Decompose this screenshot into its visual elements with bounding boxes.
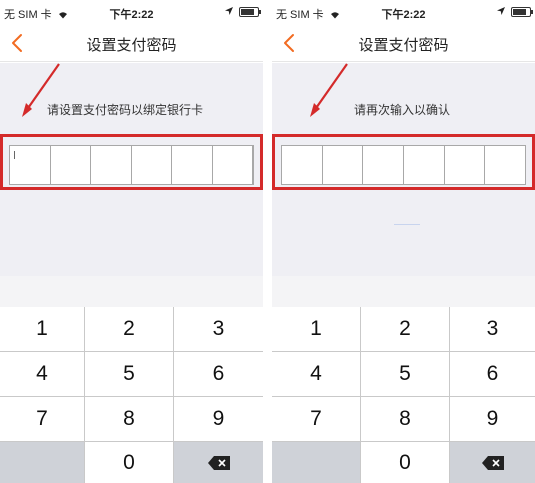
key-blank (0, 442, 84, 483)
highlight-frame (272, 134, 535, 190)
password-input[interactable] (9, 145, 254, 185)
password-content: 请再次输入以确认 (272, 63, 535, 307)
key-divider (84, 307, 85, 483)
key-3[interactable]: 3 (450, 307, 535, 351)
highlight-frame (0, 134, 263, 190)
navigation-bar: 设置支付密码 (272, 24, 535, 62)
key-5[interactable]: 5 (361, 352, 449, 396)
password-digit-cell (485, 146, 525, 184)
key-4[interactable]: 4 (0, 352, 84, 396)
key-blank (272, 442, 360, 483)
key-7[interactable]: 7 (0, 397, 84, 441)
key-1[interactable]: 1 (272, 307, 360, 351)
key-divider (272, 396, 535, 397)
location-icon (225, 7, 233, 15)
numeric-keypad: 1 2 3 4 5 6 7 8 9 0 (272, 307, 535, 483)
key-divider (360, 307, 361, 483)
password-digit-cell (10, 146, 51, 184)
password-input[interactable] (281, 145, 526, 185)
key-divider (272, 351, 535, 352)
set-password-screen: 无 SIM 卡 下午2:22 设置支付密码 请设置支付密码以绑定银行卡 1 2 … (0, 0, 263, 483)
key-0[interactable]: 0 (85, 442, 173, 483)
key-9[interactable]: 9 (174, 397, 263, 441)
key-divider (449, 307, 450, 483)
key-9[interactable]: 9 (450, 397, 535, 441)
password-digit-cell (282, 146, 323, 184)
status-time: 下午2:22 (109, 9, 154, 21)
delete-icon (207, 455, 230, 470)
status-bar: 无 SIM 卡 下午2:22 (272, 0, 535, 24)
password-digit-cell (91, 146, 132, 184)
screenshot-divider (263, 0, 272, 483)
password-digit-cell (213, 146, 253, 184)
key-divider (0, 396, 263, 397)
key-0[interactable]: 0 (361, 442, 449, 483)
numeric-keypad: 1 2 3 4 5 6 7 8 9 0 (0, 307, 263, 483)
key-8[interactable]: 8 (361, 397, 449, 441)
key-1[interactable]: 1 (0, 307, 84, 351)
key-6[interactable]: 6 (174, 352, 263, 396)
content-footer (272, 276, 535, 307)
delete-key[interactable] (450, 442, 535, 483)
status-bar: 无 SIM 卡 下午2:22 (0, 0, 263, 24)
key-divider (272, 441, 535, 442)
divider (394, 224, 420, 225)
red-arrow-annotation (310, 63, 348, 117)
password-digit-cell (323, 146, 364, 184)
password-content: 请设置支付密码以绑定银行卡 (0, 63, 263, 307)
battery-icon (511, 7, 533, 17)
battery-icon (239, 7, 261, 17)
confirm-password-screen: 无 SIM 卡 下午2:22 设置支付密码 请再次输入以确认 1 2 3 4 5… (272, 0, 535, 483)
password-prompt: 请再次输入以确认 (354, 103, 451, 117)
key-2[interactable]: 2 (361, 307, 449, 351)
battery-fill (513, 9, 526, 15)
key-divider (0, 351, 263, 352)
password-digit-cell (132, 146, 172, 184)
content-footer (0, 276, 263, 307)
status-time: 下午2:22 (381, 9, 426, 21)
page-title: 设置支付密码 (358, 37, 449, 54)
navigation-bar: 设置支付密码 (0, 24, 263, 62)
password-digit-cell (172, 146, 213, 184)
password-digit-cell (445, 146, 486, 184)
key-8[interactable]: 8 (85, 397, 173, 441)
key-7[interactable]: 7 (272, 397, 360, 441)
key-6[interactable]: 6 (450, 352, 535, 396)
page-title: 设置支付密码 (86, 37, 177, 54)
location-icon (497, 7, 505, 15)
password-digit-cell (51, 146, 91, 184)
password-digit-cell (404, 146, 445, 184)
key-3[interactable]: 3 (174, 307, 263, 351)
key-2[interactable]: 2 (85, 307, 173, 351)
delete-key[interactable] (174, 442, 263, 483)
password-digit-cell (363, 146, 405, 184)
text-cursor (14, 151, 15, 159)
key-divider (0, 441, 263, 442)
key-4[interactable]: 4 (272, 352, 360, 396)
key-5[interactable]: 5 (85, 352, 173, 396)
battery-fill (241, 9, 254, 15)
key-divider (173, 307, 174, 483)
password-prompt: 请设置支付密码以绑定银行卡 (47, 103, 204, 117)
delete-icon (481, 455, 504, 470)
